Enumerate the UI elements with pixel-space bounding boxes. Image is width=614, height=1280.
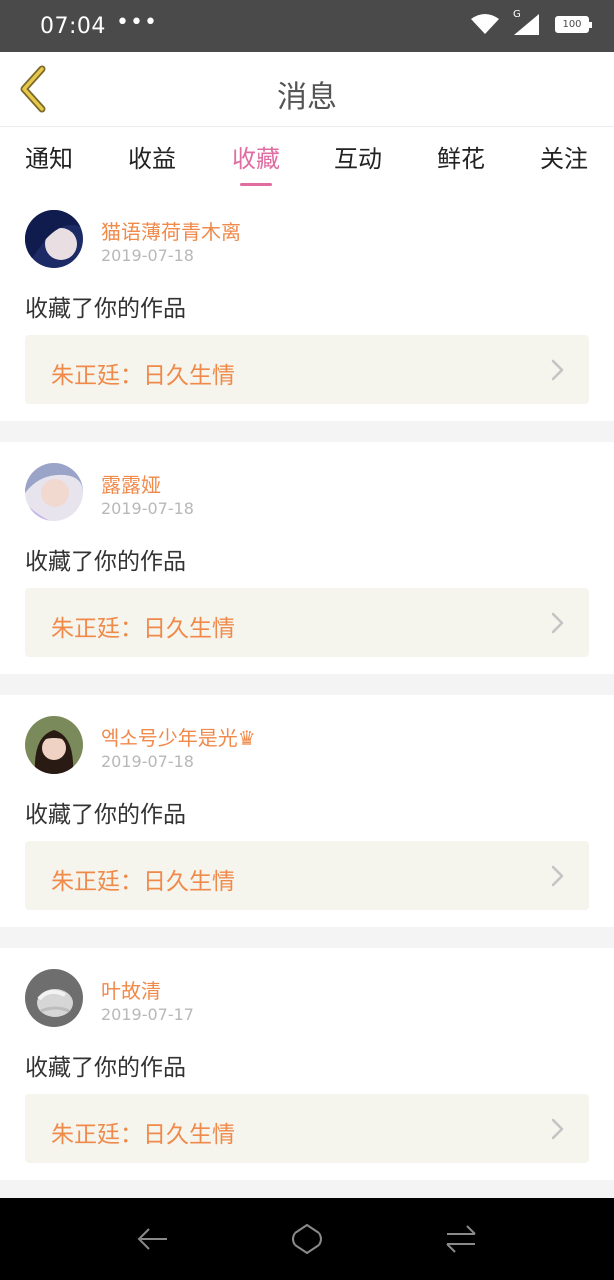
tab-follows[interactable]: 关注 <box>540 139 588 174</box>
list-item: 엑소号少年是光♛ 2019-07-18 收藏了你的作品 朱正廷：日久生情 <box>0 695 614 927</box>
message-text: 收藏了你的作品 <box>25 549 186 575</box>
work-title: 朱正廷：日久生情 <box>51 616 235 642</box>
work-title: 朱正廷：日久生情 <box>51 1122 235 1148</box>
chevron-right-icon <box>551 1118 564 1140</box>
tab-label: 互动 <box>334 145 382 173</box>
tab-label: 鲜花 <box>437 145 485 173</box>
tab-flowers[interactable]: 鲜花 <box>437 139 485 174</box>
battery-level: 100 <box>562 19 582 30</box>
status-bar: 07:04 ••• G 100 <box>0 0 614 52</box>
work-link[interactable]: 朱正廷：日久生情 <box>25 335 589 404</box>
tab-label: 通知 <box>25 145 73 173</box>
tab-bar: 通知 收益 收藏 互动 鲜花 关注 <box>0 127 614 189</box>
notification-dots-icon: ••• <box>116 10 158 35</box>
chevron-right-icon <box>551 865 564 887</box>
message-date: 2019-07-18 <box>101 752 194 771</box>
nav-back-icon[interactable] <box>136 1222 170 1256</box>
chevron-right-icon <box>551 359 564 381</box>
work-link[interactable]: 朱正廷：日久生情 <box>25 841 589 910</box>
list-item: 猫语薄荷青木离 2019-07-18 收藏了你的作品 朱正廷：日久生情 <box>0 189 614 421</box>
message-list: 猫语薄荷青木离 2019-07-18 收藏了你的作品 朱正廷：日久生情 露露娅 … <box>0 189 614 1201</box>
avatar[interactable] <box>25 716 83 774</box>
message-date: 2019-07-17 <box>101 1005 194 1024</box>
tab-indicator <box>240 183 272 186</box>
nav-home-icon[interactable] <box>290 1222 324 1256</box>
page-title: 消息 <box>277 80 337 115</box>
tab-earnings[interactable]: 收益 <box>128 139 176 174</box>
nav-recent-icon[interactable] <box>444 1222 478 1256</box>
system-nav-bar <box>0 1198 614 1280</box>
tab-label: 关注 <box>540 145 588 173</box>
avatar[interactable] <box>25 969 83 1027</box>
wifi-icon <box>471 14 499 34</box>
avatar[interactable] <box>25 210 83 268</box>
status-time: 07:04 <box>40 14 106 39</box>
work-link[interactable]: 朱正廷：日久生情 <box>25 588 589 657</box>
tab-label: 收益 <box>128 145 176 173</box>
work-title: 朱正廷：日久生情 <box>51 869 235 895</box>
tab-label: 收藏 <box>232 145 280 173</box>
signal-icon <box>514 14 539 35</box>
message-date: 2019-07-18 <box>101 246 194 265</box>
user-name[interactable]: 엑소号少年是光♛ <box>101 722 256 751</box>
tab-interactions[interactable]: 互动 <box>334 139 382 174</box>
chevron-right-icon <box>551 612 564 634</box>
user-name[interactable]: 露露娅 <box>101 469 161 498</box>
message-date: 2019-07-18 <box>101 499 194 518</box>
message-text: 收藏了你的作品 <box>25 296 186 322</box>
work-link[interactable]: 朱正廷：日久生情 <box>25 1094 589 1163</box>
battery-icon: 100 <box>555 16 592 33</box>
message-text: 收藏了你的作品 <box>25 802 186 828</box>
message-text: 收藏了你的作品 <box>25 1055 186 1081</box>
work-title: 朱正廷：日久生情 <box>51 363 235 389</box>
tab-favorites[interactable]: 收藏 <box>232 139 280 186</box>
avatar[interactable] <box>25 463 83 521</box>
user-name[interactable]: 猫语薄荷青木离 <box>101 216 241 245</box>
user-name[interactable]: 叶故清 <box>101 975 161 1004</box>
tab-notifications[interactable]: 通知 <box>25 139 73 174</box>
list-item: 露露娅 2019-07-18 收藏了你的作品 朱正廷：日久生情 <box>0 442 614 674</box>
list-item: 叶故清 2019-07-17 收藏了你的作品 朱正廷：日久生情 <box>0 948 614 1180</box>
app-header: 消息 <box>0 52 614 127</box>
